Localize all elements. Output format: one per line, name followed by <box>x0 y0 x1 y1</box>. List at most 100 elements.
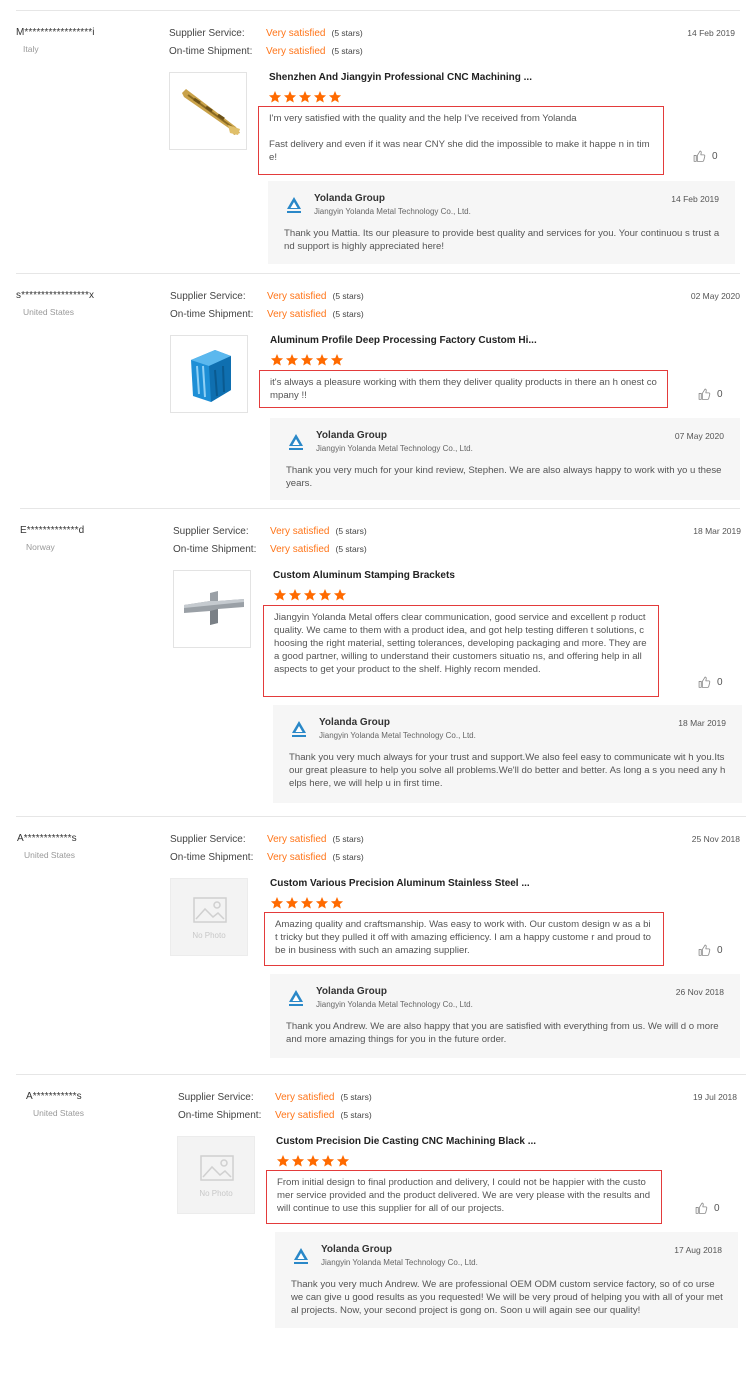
like-button[interactable]: 0 <box>695 1202 720 1215</box>
divider <box>20 508 740 509</box>
star-icon <box>300 897 314 909</box>
comment-paragraph: Fast delivery and even if it was near CN… <box>269 139 650 163</box>
reply-author: Yolanda Group <box>316 430 387 441</box>
star-icon <box>315 897 329 909</box>
reviewer-country: United States <box>33 1108 85 1118</box>
reviewer-name: A************s <box>17 833 77 844</box>
reply-date: 07 May 2020 <box>674 431 724 441</box>
product-title[interactable]: Custom Aluminum Stamping Brackets <box>273 570 455 581</box>
ontime-shipment-label: On-time Shipment: <box>173 544 257 555</box>
divider <box>16 273 740 274</box>
supplier-service-label: Supplier Service: <box>169 28 245 39</box>
product-thumbnail[interactable] <box>173 570 251 648</box>
ontime-shipment-row: On-time Shipment: Very satisfied (5 stars) <box>178 1108 372 1122</box>
supplier-logo-icon <box>287 197 301 213</box>
review-comment: it's always a pleasure working with them… <box>259 370 668 408</box>
product-thumbnail[interactable]: No Photo <box>170 878 248 956</box>
product-thumbnail[interactable] <box>169 72 247 150</box>
reply-text: Thank you very much for your kind review… <box>286 465 722 489</box>
reviewer-name: s*****************x <box>16 290 95 301</box>
product-title[interactable]: Aluminum Profile Deep Processing Factory… <box>270 335 537 346</box>
ontime-shipment-value: Very satisfied <box>267 852 327 863</box>
reviewer-country: Italy <box>23 44 39 54</box>
review-date: 02 May 2020 <box>690 291 740 301</box>
ontime-shipment-stars: (5 stars) <box>332 309 364 319</box>
star-icon <box>270 354 284 366</box>
supplier-service-value: Very satisfied <box>267 291 327 302</box>
product-thumbnail[interactable] <box>170 335 248 413</box>
brass-part-image <box>182 89 240 135</box>
reply-company: Jiangyin Yolanda Metal Technology Co., L… <box>319 731 476 740</box>
reply-text: Thank you very much always for your trus… <box>289 752 726 789</box>
ontime-shipment-value: Very satisfied <box>270 544 330 555</box>
ontime-shipment-row: On-time Shipment: Very satisfied (5 stars) <box>169 44 363 58</box>
star-icon <box>330 354 344 366</box>
supplier-reply: Yolanda Group Jiangyin Yolanda Metal Tec… <box>270 974 740 1058</box>
star-icon <box>285 354 299 366</box>
star-icon <box>333 589 347 601</box>
thumbs-up-icon <box>695 1202 708 1214</box>
star-icon <box>298 91 312 103</box>
reply-author: Yolanda Group <box>314 193 385 204</box>
star-icon <box>273 589 287 601</box>
ontime-shipment-row: On-time Shipment: Very satisfied (5 stars) <box>170 850 364 864</box>
supplier-service-label: Supplier Service: <box>170 834 246 845</box>
reviewer-name: A***********s <box>26 1091 82 1102</box>
reply-date: 26 Nov 2018 <box>675 987 724 997</box>
supplier-service-value: Very satisfied <box>275 1092 335 1103</box>
rating-stars <box>276 1154 350 1168</box>
reviewer-country: Norway <box>26 542 55 552</box>
ontime-shipment-label: On-time Shipment: <box>169 46 253 57</box>
star-icon <box>268 91 282 103</box>
like-button[interactable]: 0 <box>698 944 723 957</box>
product-thumbnail[interactable]: No Photo <box>177 1136 255 1214</box>
star-icon <box>285 897 299 909</box>
supplier-service-row: Supplier Service: Very satisfied (5 stars) <box>178 1090 372 1104</box>
ontime-shipment-value: Very satisfied <box>266 46 326 57</box>
reviewer-country: United States <box>23 307 75 317</box>
supplier-reply: Yolanda Group Jiangyin Yolanda Metal Tec… <box>273 705 742 803</box>
review-card: M*****************i Italy Supplier Servi… <box>0 0 750 275</box>
review-comment: Amazing quality and craftsmanship. Was e… <box>264 912 664 966</box>
ontime-shipment-row: On-time Shipment: Very satisfied (5 stars) <box>173 542 367 556</box>
divider <box>16 10 740 11</box>
reviewer-name: M*****************i <box>16 27 95 38</box>
supplier-service-value: Very satisfied <box>266 28 326 39</box>
supplier-service-stars: (5 stars) <box>332 834 364 844</box>
thumbs-up-icon <box>698 388 711 400</box>
product-title[interactable]: Shenzhen And Jiangyin Professional CNC M… <box>269 72 532 83</box>
divider <box>16 1074 746 1075</box>
no-photo-label: No Photo <box>192 931 226 940</box>
supplier-service-value: Very satisfied <box>270 526 330 537</box>
ontime-shipment-stars: (5 stars) <box>335 544 367 554</box>
like-button[interactable]: 0 <box>693 150 718 163</box>
image-placeholder-icon <box>200 1155 234 1181</box>
review-card: A***********s United States Supplier Ser… <box>0 1073 750 1373</box>
comment-paragraph: Amazing quality and craftsmanship. Was e… <box>275 919 651 956</box>
star-icon <box>330 897 344 909</box>
supplier-logo-icon <box>289 990 303 1006</box>
review-date: 14 Feb 2019 <box>687 28 735 38</box>
star-icon <box>336 1155 350 1167</box>
product-title[interactable]: Custom Various Precision Aluminum Stainl… <box>270 878 530 889</box>
reply-date: 17 Aug 2018 <box>674 1245 722 1255</box>
star-icon <box>288 589 302 601</box>
rating-stars <box>270 896 344 910</box>
supplier-service-value: Very satisfied <box>267 834 327 845</box>
rating-stars <box>268 90 342 104</box>
reply-author: Yolanda Group <box>321 1244 392 1255</box>
like-count: 0 <box>714 1203 720 1214</box>
ontime-shipment-label: On-time Shipment: <box>170 852 254 863</box>
reviewer-name: E*************d <box>20 525 85 536</box>
reply-company: Jiangyin Yolanda Metal Technology Co., L… <box>316 444 473 453</box>
like-button[interactable]: 0 <box>698 676 723 689</box>
supplier-service-row: Supplier Service: Very satisfied (5 stars) <box>169 26 363 40</box>
star-icon <box>300 354 314 366</box>
star-icon <box>313 91 327 103</box>
like-button[interactable]: 0 <box>698 388 723 401</box>
supplier-service-label: Supplier Service: <box>173 526 249 537</box>
supplier-service-label: Supplier Service: <box>178 1092 254 1103</box>
supplier-service-stars: (5 stars) <box>332 291 364 301</box>
star-icon <box>306 1155 320 1167</box>
product-title[interactable]: Custom Precision Die Casting CNC Machini… <box>276 1136 536 1147</box>
